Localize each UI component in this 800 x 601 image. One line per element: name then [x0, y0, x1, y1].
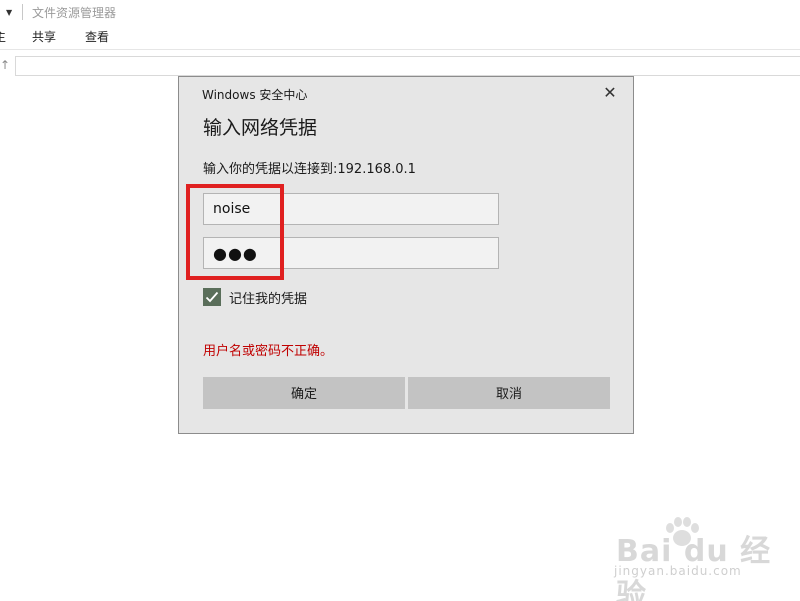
cancel-button[interactable]: 取消	[408, 377, 610, 409]
dialog-caption: Windows 安全中心	[202, 88, 308, 102]
dialog-heading: 输入网络凭据	[203, 117, 318, 139]
paw-icon	[666, 517, 699, 546]
error-message: 用户名或密码不正确。	[203, 344, 334, 359]
remember-label: 记住我的凭据	[229, 291, 308, 307]
arrow-up-icon[interactable]: ↑	[0, 58, 10, 72]
baidu-watermark: Bai du 经验 jingyan.baidu.com	[612, 516, 798, 601]
ribbon-tab-home[interactable]: 主	[0, 28, 6, 45]
password-mask: ●●●	[213, 244, 258, 263]
remember-checkbox[interactable]	[203, 288, 221, 306]
password-input[interactable]: ●●●	[203, 237, 499, 269]
username-input[interactable]: noise	[203, 193, 499, 225]
checkmark-icon	[205, 291, 219, 303]
explorer-titlebar: ▼ 文件资源管理器	[0, 0, 800, 24]
title-separator	[22, 4, 23, 20]
explorer-window-title: 文件资源管理器	[32, 6, 117, 20]
watermark-site: jingyan.baidu.com	[614, 564, 742, 578]
ribbon-tab-view[interactable]: 查看	[85, 28, 109, 45]
username-value: noise	[213, 201, 251, 217]
remember-credentials[interactable]: 记住我的凭据	[203, 287, 307, 307]
chevron-down-icon[interactable]: ▼	[6, 8, 12, 17]
screen: ▼ 文件资源管理器 主 共享 查看 ↑ Windows 安全中心 ✕ 输入网络凭…	[0, 0, 800, 601]
close-icon[interactable]: ✕	[599, 82, 621, 104]
ribbon-tab-share[interactable]: 共享	[32, 28, 56, 45]
explorer-ribbon: 主 共享 查看	[0, 24, 800, 48]
address-bar[interactable]	[15, 56, 800, 76]
dialog-prompt: 输入你的凭据以连接到:192.168.0.1	[203, 162, 416, 177]
credential-dialog: Windows 安全中心 ✕ 输入网络凭据 输入你的凭据以连接到:192.168…	[178, 76, 634, 434]
ribbon-divider	[0, 49, 800, 50]
ok-button[interactable]: 确定	[203, 377, 405, 409]
